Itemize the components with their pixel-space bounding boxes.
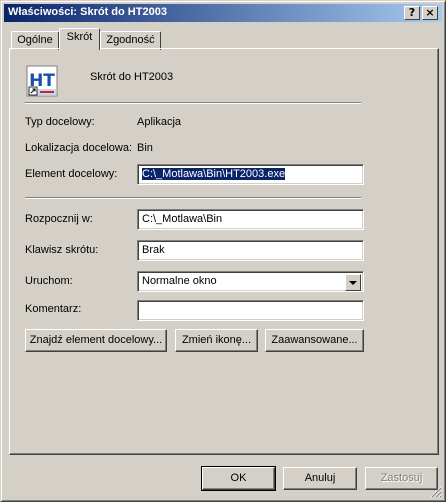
apply-button[interactable]: Zastosuj bbox=[365, 467, 438, 490]
hotkey-label: Klawisz skrótu: bbox=[25, 244, 99, 256]
shortcut-name: Skrót do HT2003 bbox=[90, 71, 174, 83]
chevron-down-icon bbox=[349, 281, 357, 285]
tab-shortcut[interactable]: Skrót bbox=[59, 28, 100, 50]
ok-button[interactable]: OK bbox=[201, 466, 276, 491]
help-icon: ? bbox=[408, 6, 416, 19]
run-select-value: Normalne okno bbox=[142, 275, 217, 287]
run-select[interactable]: Normalne okno bbox=[137, 271, 364, 292]
title-bar[interactable]: Właściwości: Skrót do HT2003 ? × bbox=[4, 4, 442, 22]
hotkey-input[interactable]: Brak bbox=[137, 240, 364, 261]
target-input[interactable]: C:\_Motlawa\Bin\HT2003.exe bbox=[137, 164, 364, 185]
cancel-button-label: Anuluj bbox=[304, 472, 336, 484]
window-title: Właściwości: Skrót do HT2003 bbox=[8, 6, 167, 18]
target-input-value: C:\_Motlawa\Bin\HT2003.exe bbox=[142, 168, 286, 180]
tab-compatibility-label: Zgodność bbox=[106, 34, 155, 46]
resize-grip-icon[interactable] bbox=[430, 486, 442, 498]
tab-general-label: Ogólne bbox=[17, 34, 53, 46]
help-button[interactable]: ? bbox=[404, 6, 420, 20]
apply-button-label: Zastosuj bbox=[380, 472, 423, 484]
change-icon-button-label: Zmień ikonę... bbox=[181, 334, 252, 346]
comment-input[interactable] bbox=[137, 300, 364, 321]
divider-top bbox=[25, 102, 361, 104]
properties-dialog: Właściwości: Skrót do HT2003 ? × Ogólne … bbox=[0, 0, 446, 502]
run-select-dropdown-button[interactable] bbox=[345, 274, 361, 291]
comment-label: Komentarz: bbox=[25, 303, 82, 315]
start-in-value: C:\_Motlawa\Bin bbox=[142, 213, 223, 225]
find-target-button[interactable]: Znajdź element docelowy... bbox=[25, 329, 167, 352]
target-location-value: Bin bbox=[137, 142, 153, 154]
ok-button-label: OK bbox=[230, 472, 247, 484]
tab-shortcut-label: Skrót bbox=[66, 31, 93, 43]
change-icon-button[interactable]: Zmień ikonę... bbox=[175, 329, 258, 352]
close-icon: × bbox=[425, 6, 435, 19]
application-icon: HT bbox=[26, 65, 58, 97]
advanced-button-label: Zaawansowane... bbox=[271, 334, 358, 346]
cancel-button[interactable]: Anuluj bbox=[283, 467, 357, 490]
run-label: Uruchom: bbox=[25, 275, 73, 287]
target-type-value: Aplikacja bbox=[137, 116, 182, 128]
start-in-label: Rozpocznij w: bbox=[25, 213, 93, 225]
close-button[interactable]: × bbox=[422, 6, 438, 20]
target-type-label: Typ docelowy: bbox=[25, 116, 95, 128]
find-target-button-label: Znajdź element docelowy... bbox=[29, 334, 163, 346]
divider-middle bbox=[25, 197, 361, 199]
advanced-button[interactable]: Zaawansowane... bbox=[265, 329, 364, 352]
start-in-input[interactable]: C:\_Motlawa\Bin bbox=[137, 209, 364, 230]
hotkey-value: Brak bbox=[142, 244, 165, 256]
target-location-label: Lokalizacja docelowa: bbox=[25, 142, 133, 154]
target-label: Element docelowy: bbox=[25, 168, 118, 180]
